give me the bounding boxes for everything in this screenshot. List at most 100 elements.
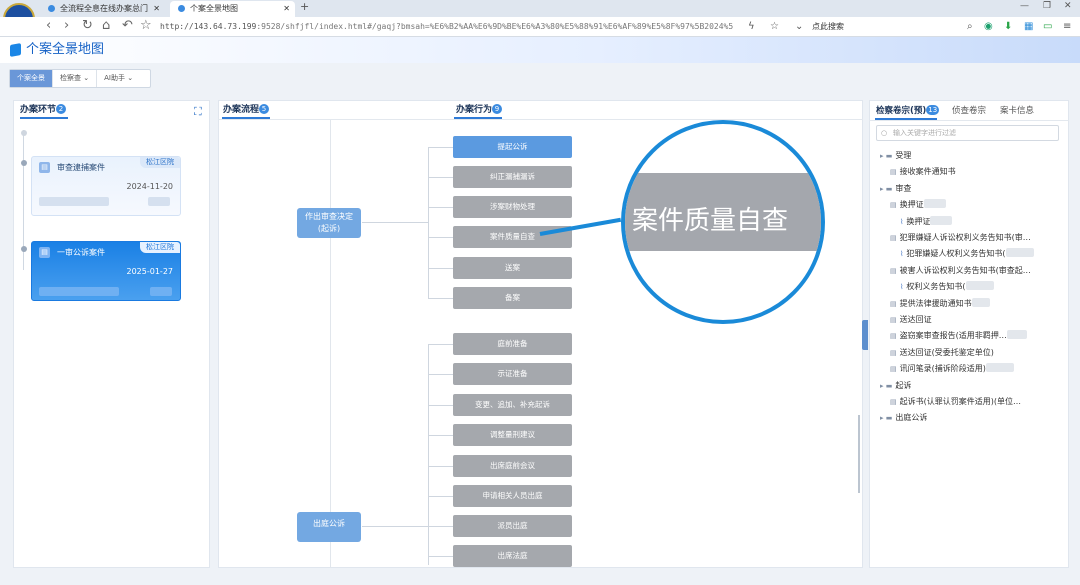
minimize-icon[interactable]: — [1020, 1, 1029, 11]
restore-icon[interactable]: ❐ [1043, 1, 1051, 11]
chat-icon[interactable]: ▭ [1043, 19, 1052, 34]
close-tab-icon[interactable]: ✕ [283, 1, 290, 17]
close-window-icon[interactable]: ✕ [1064, 1, 1072, 11]
url-host: http://143.64.73.199 [160, 22, 257, 31]
stage-court-prosecution[interactable]: 出庭公诉 [297, 512, 361, 542]
tree-label: 起诉书(认罪认罚案件适用)(单位… [899, 397, 1021, 406]
action-button[interactable]: 变更、追加、补充起诉 [453, 394, 572, 416]
tree-label: 换押证 [906, 216, 931, 226]
tab-label: 全流程全息在线办案总门 [60, 4, 148, 13]
action-title: 办案行为 [456, 105, 493, 115]
action-count: 9 [492, 104, 503, 114]
action-button[interactable]: 备案 [453, 287, 572, 309]
connector-line [428, 345, 429, 565]
tree-item[interactable]: ⌇ 权利义务告知书( [900, 281, 1068, 293]
tree-item[interactable]: ▤ 提供法律援助通知书 [890, 297, 1068, 310]
tab-panorama[interactable]: 个案全景 [10, 70, 53, 87]
connector-line [428, 556, 453, 557]
connector-line [428, 298, 453, 299]
forward-icon[interactable]: › [64, 17, 69, 35]
close-tab-icon[interactable]: ✕ [153, 1, 160, 17]
home-icon[interactable]: ⌂ [102, 17, 110, 35]
undo-icon[interactable]: ↶ [122, 17, 133, 35]
action-button[interactable]: 涉案财物处理 [453, 196, 572, 218]
action-button[interactable]: 调整量刑建议 [453, 424, 572, 446]
tree-label: 送达回证(受委托鉴定单位) [899, 347, 994, 357]
tree-item[interactable]: ▤ 接收案件通知书 [890, 166, 1068, 178]
menu-icon[interactable]: ≡ [1063, 19, 1071, 34]
tree-item[interactable]: ⌇ 犯罪嫌疑人权利义务告知书( [900, 248, 1068, 260]
connector-line [362, 222, 428, 223]
stage-review-decision[interactable]: 作出审查决定 (起诉) [297, 208, 361, 238]
browser-search-input[interactable]: 点此搜索 [812, 19, 962, 34]
scrollbar-thumb[interactable] [858, 415, 860, 493]
action-button[interactable]: 庭前准备 [453, 333, 572, 355]
search-icon[interactable]: ⌕ [967, 19, 973, 34]
tree-folder[interactable]: ▸ ▬ 审查 [880, 183, 1068, 195]
file-filter-input[interactable]: ○ 输入关键字进行过滤 [876, 125, 1059, 141]
grid-apps-icon[interactable]: ▦ [1024, 19, 1033, 34]
url-path: :9528/shfjfl/index.html#/gaqj?bmsah=%E6%… [256, 22, 734, 31]
redacted-field [923, 199, 946, 209]
tab-label: 检察查 [60, 74, 81, 82]
document-icon: ▤ [890, 266, 897, 275]
tree-item[interactable]: ▤ 被害人诉讼权利义务告知书(审查起… [890, 265, 1068, 277]
tree-folder[interactable]: ▸ ▬ 受理 [880, 150, 1068, 162]
redacted-field [39, 197, 109, 206]
action-button[interactable]: 出席法庭 [453, 545, 572, 567]
timeline-dot [21, 246, 27, 252]
reload-icon[interactable]: ↻ [82, 17, 93, 35]
new-tab-icon[interactable]: + [300, 0, 309, 13]
tree-folder[interactable]: ▸ ▬ 出庭公诉 [880, 412, 1068, 424]
action-button[interactable]: 提起公诉 [453, 136, 572, 158]
tree-item[interactable]: ⌇ 换押证 [900, 215, 1068, 228]
action-button[interactable]: 示证准备 [453, 363, 572, 385]
tree-item[interactable]: ▤ 讯问笔录(捕诉阶段适用) [890, 363, 1068, 375]
action-button[interactable]: 送案 [453, 257, 572, 279]
tree-item[interactable]: ▤ 送达回证(受委托鉴定单位) [890, 347, 1068, 359]
tree-folder[interactable]: ▸ ▬ 起诉 [880, 380, 1068, 392]
tree-item[interactable]: ▤ 盗窃案审查报告(适用非羁押… [890, 330, 1068, 342]
tree-item[interactable]: ▤ 犯罪嫌疑人诉讼权利义务告知书(审… [890, 232, 1068, 244]
tree-item[interactable]: ▤ 送达回证 [890, 314, 1068, 326]
tab-label: 个案全景地图 [190, 4, 238, 13]
folder-icon: ▸ ▬ [880, 152, 893, 160]
favorite-star-icon[interactable]: ☆ [770, 19, 779, 34]
lightning-icon[interactable]: ϟ [748, 19, 755, 34]
tab-investigation-file[interactable]: 侦查卷宗 [952, 102, 986, 120]
bookmark-star-icon[interactable]: ☆ [140, 17, 152, 35]
chevron-down-icon[interactable]: ⌄ [795, 19, 803, 34]
tree-item[interactable]: ▤ 起诉书(认罪认罚案件适用)(单位… [890, 396, 1068, 408]
action-button[interactable]: 出席庭前会议 [453, 455, 572, 477]
browser-tab-map[interactable]: 个案全景地图 ✕ [170, 1, 295, 17]
tab-inspection[interactable]: 检察查 ⌄ [53, 70, 98, 87]
tree-label: 接收案件通知书 [899, 167, 956, 177]
filter-placeholder: 输入关键字进行过滤 [893, 129, 956, 137]
collapse-panel-handle[interactable] [862, 320, 868, 350]
tab-ai-assistant[interactable]: AI助手 ⌄ [97, 70, 140, 87]
connector-line [362, 526, 428, 527]
extension-icon[interactable]: ◉ [984, 19, 993, 34]
header-divider [869, 120, 1069, 121]
action-button[interactable]: 派员出庭 [453, 515, 572, 537]
address-bar[interactable]: http://143.64.73.199:9528/shfjfl/index.h… [160, 19, 740, 34]
download-icon[interactable]: ⬇ [1004, 19, 1012, 34]
back-icon[interactable]: ‹ [46, 17, 51, 35]
attachment-icon: ⌇ [900, 250, 904, 259]
connector-line [428, 405, 453, 406]
stage-sublabel: (起诉) [317, 224, 341, 233]
fullscreen-icon[interactable]: ⛶ [194, 105, 202, 119]
tree-item[interactable]: ▤ 换押证 [890, 199, 1068, 211]
document-icon: ▤ [890, 316, 897, 324]
connector-line [428, 268, 453, 269]
tree-label: 犯罪嫌疑人诉讼权利义务告知书(审… [899, 233, 1031, 242]
tab-case-card[interactable]: 案卡信息 [1000, 102, 1034, 120]
action-button[interactable]: 纠正漏捕漏诉 [453, 166, 572, 188]
case-date: 2025-01-27 [126, 267, 174, 276]
action-button[interactable]: 申请相关人员出庭 [453, 485, 572, 507]
browser-tab-portal[interactable]: 全流程全息在线办案总门 ✕ [40, 1, 165, 17]
case-card-arrest-review[interactable]: 松江区院 ▤ 审查逮捕案件 2024-11-20 [31, 156, 181, 216]
connector-line [428, 147, 453, 148]
case-card-first-instance[interactable]: 松江区院 ▤ 一审公诉案件 2025-01-27 [31, 241, 181, 301]
redacted-field [985, 363, 1014, 373]
